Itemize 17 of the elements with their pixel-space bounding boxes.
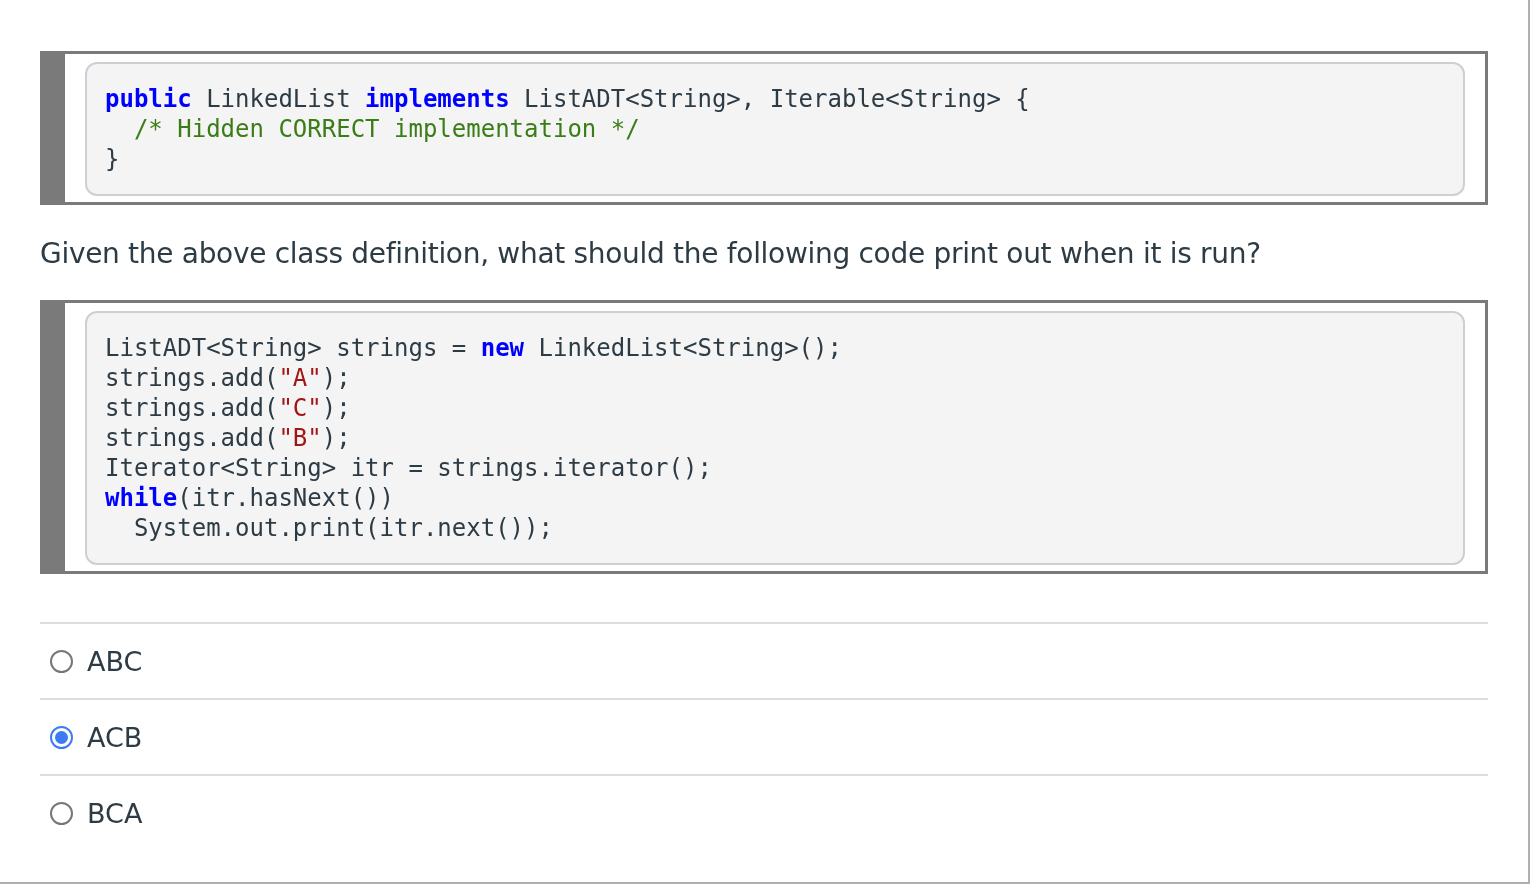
answer-label[interactable]: ABC [87,645,143,677]
code-line: while(itr.hasNext()) [105,483,395,513]
radio-button[interactable] [50,801,73,825]
code-line: Iterator<String> itr = strings.iterator(); [105,453,713,483]
question-text: Given the above class definition, what should the following code print out when it is run? [40,237,1262,270]
code-line: public LinkedList implements ListADT<String>, Iterable<String> { [105,84,1031,114]
answer-label[interactable]: ACB [87,721,143,753]
answer-label[interactable]: BCA [87,797,143,829]
code-line: ListADT<String> strings = new LinkedList<String>(); [105,333,843,363]
radio-button[interactable] [50,725,73,749]
radio-button[interactable] [50,649,73,673]
code-line: strings.add("B"); [105,423,352,453]
code-line: } [105,144,121,174]
code-line: strings.add("C"); [105,393,352,423]
code-line: /* Hidden CORRECT implementation */ [132,114,641,144]
code-line: System.out.print(itr.next()); [132,513,554,543]
code-line: strings.add("A"); [105,363,352,393]
